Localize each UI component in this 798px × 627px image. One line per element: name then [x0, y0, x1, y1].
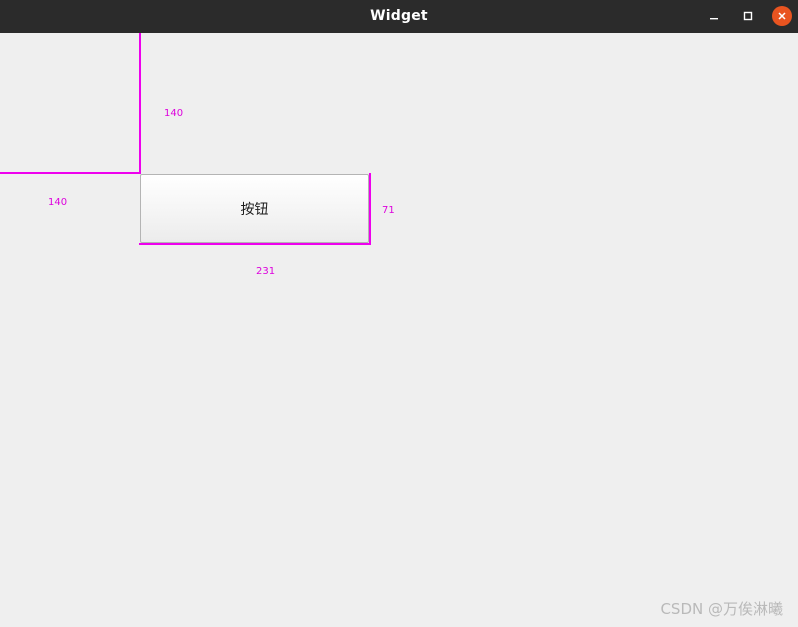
close-button[interactable]	[771, 5, 793, 27]
maximize-button[interactable]	[737, 5, 759, 27]
close-button-circle	[772, 6, 792, 26]
height-line	[369, 173, 371, 245]
top-offset-line	[139, 33, 141, 174]
width-label: 231	[256, 266, 276, 277]
widget-client-area: 140 140 按钮 71 231 CSDN @万俟淋曦	[0, 33, 798, 627]
width-line	[139, 243, 371, 245]
window-title: Widget	[370, 8, 428, 24]
minimize-button[interactable]	[703, 5, 725, 27]
top-offset-label: 140	[164, 108, 184, 119]
title-bar[interactable]: Widget	[0, 0, 798, 33]
minimize-icon	[710, 18, 718, 20]
height-label: 71	[382, 205, 395, 216]
maximize-icon	[743, 11, 753, 21]
watermark-text: CSDN @万俟淋曦	[660, 600, 783, 618]
push-button[interactable]: 按钮	[140, 174, 369, 243]
left-offset-label: 140	[48, 197, 68, 208]
left-offset-line	[0, 172, 140, 174]
application-window: Widget 140 140 按钮 71 231 CSDN @万俟淋曦	[0, 0, 798, 627]
close-icon	[778, 12, 786, 20]
